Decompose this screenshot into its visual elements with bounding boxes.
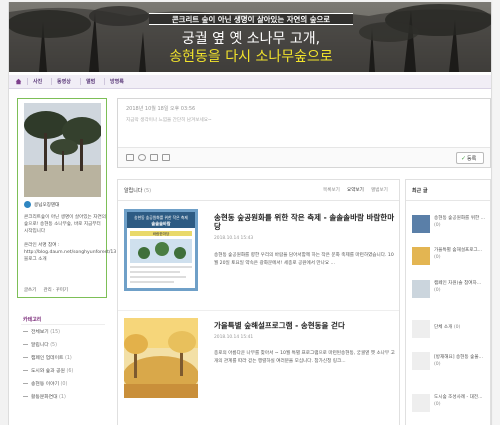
divider xyxy=(118,200,399,201)
category-item[interactable]: 캠페인 업데이트 (1) xyxy=(31,354,72,361)
bullet-icon xyxy=(23,396,28,397)
status-write-box: 2018년 10월 18일 오후 03:56 지금막 생각이나 느낌을 간단히 … xyxy=(117,98,491,168)
divider xyxy=(118,310,399,311)
post-date: 2018.10.14 15:43 xyxy=(214,236,254,241)
recent-posts-title: 최근 글 xyxy=(412,188,428,194)
check-icon: ✓ xyxy=(461,155,467,162)
status-input[interactable]: 지금막 생각이나 느낌을 간단히 남겨보세요~ xyxy=(126,117,212,123)
profile-desc-text: 콘크리트숲이 아닌 생명이 살아있는 자연의 숲으로! 송현동 소나무숲, 바로… xyxy=(24,215,106,234)
nav-separator xyxy=(51,78,52,85)
view-album-button[interactable]: 앨범보기 xyxy=(371,187,388,193)
divider xyxy=(21,324,105,325)
bullet-icon xyxy=(23,357,28,358)
recent-thumbnail[interactable] xyxy=(412,320,430,338)
category-item[interactable]: 알립니다 (5) xyxy=(31,341,57,348)
banner-title: 궁궐 옆 옛 소나무 고개, xyxy=(181,31,321,47)
bullet-icon xyxy=(23,344,28,345)
post-title[interactable]: 송현동 숲공원화를 위한 작은 축제 - 솔솔솔바람 바람한마당 xyxy=(214,213,396,231)
recent-post-link[interactable]: 송현동 숲공원화를 위한 ... (0) xyxy=(434,215,488,229)
post-excerpt: 송현동 숲공원화를 향한 우리의 바람을 담아서함께 하는 작은 문화 축제를 … xyxy=(214,253,394,266)
nav-separator xyxy=(27,78,28,85)
category-item[interactable]: 활동문화연대 (1) xyxy=(31,393,66,400)
recent-post-link[interactable]: 가을특별 숲해설프로그... (0) xyxy=(434,247,488,261)
category-title: 카테고리 xyxy=(23,317,42,323)
view-summary-button[interactable]: 요약보기 xyxy=(347,187,364,193)
page-scrollbar[interactable] xyxy=(493,0,500,425)
blog-frame: 콘크리트 숲이 아닌 생명이 살아있는 자연의 숲으로 궁궐 옆 옛 소나무 고… xyxy=(8,2,492,425)
nav-item-photo[interactable]: 사진 xyxy=(33,78,42,85)
home-icon[interactable] xyxy=(15,78,22,85)
view-list-button[interactable]: 목록보기 xyxy=(323,187,340,193)
recent-post-link[interactable]: 캠페인 차원(솔 참여자... (0) xyxy=(434,280,488,294)
bullet-icon xyxy=(23,383,28,384)
submit-label: 등록 xyxy=(467,156,477,162)
profile-name[interactable]: 콩닙오징덴대 xyxy=(34,202,59,208)
post-date: 2018.10.14 15:41 xyxy=(214,335,254,340)
thumbnail-line2: 솔솔솔바람 xyxy=(151,220,170,227)
profile-card: 콩닙오징덴대 콘크리트숲이 아닌 생명이 살아있는 자연의 숲으로! 송현동 소… xyxy=(17,98,116,298)
write-link[interactable]: 글쓰기 xyxy=(24,288,36,293)
category-panel: 카테고리 전체보기 (15) 알립니다 (5) 캠페인 업데이트 (1) 도시와… xyxy=(17,312,107,425)
recent-thumbnail[interactable] xyxy=(412,215,430,233)
post-thumbnail[interactable] xyxy=(124,318,198,398)
bullet-icon xyxy=(23,331,28,332)
profile-description: 콘크리트숲이 아닌 생명이 살아있는 자연의 숲으로! 송현동 소나무숲, 바로… xyxy=(24,214,116,263)
manage-link[interactable]: 관리 · 꾸미기 xyxy=(44,288,68,293)
banner-slogan: 콘크리트 숲이 아닌 생명이 살아있는 자연의 숲으로 xyxy=(171,15,331,24)
submit-button[interactable]: ✓ 등록 xyxy=(456,152,484,164)
blog-nav: 사진 동영상 앨범 방명록 xyxy=(9,75,491,89)
category-item[interactable]: 송현동 이야기 (0) xyxy=(31,380,67,387)
emoticon-icon[interactable] xyxy=(138,154,146,161)
profile-image[interactable] xyxy=(24,103,101,197)
profile-intro-link[interactable]: 블로그 소개 xyxy=(24,256,106,263)
thumbnail-line3: 바람한마당 xyxy=(153,231,170,236)
camera-icon[interactable] xyxy=(126,154,134,161)
blog-owner-icon xyxy=(24,201,31,208)
nav-item-album[interactable]: 앨범 xyxy=(86,78,95,85)
recent-thumbnail[interactable] xyxy=(412,352,430,370)
post-excerpt: 종로의 아름다운 나무를 찾아서 ~ 10월 특별 프로그램으로 마련된송현동,… xyxy=(214,351,395,364)
divider xyxy=(406,200,490,201)
post-list: 알립니다 (5) 목록보기 요약보기 앨범보기 송현동 숲공원화를 위한 작은 … xyxy=(117,179,400,425)
recent-thumbnail[interactable] xyxy=(412,394,430,412)
write-toolbar: ✓ 등록 xyxy=(118,147,490,167)
post-title[interactable]: 가을특별 숲해설프로그램 - 송현동을 걷다 xyxy=(214,321,396,330)
nav-item-guestbook[interactable]: 방명록 xyxy=(110,78,124,85)
profile-online-link[interactable]: 온라인 서명 참여 : http://blog.daum.net/songhyu… xyxy=(24,242,116,256)
category-item[interactable]: 전체보기 (15) xyxy=(31,328,60,335)
write-date: 2018년 10월 18일 오후 03:56 xyxy=(126,106,196,112)
nav-separator xyxy=(80,78,81,85)
post-list-title: 알립니다 xyxy=(124,188,143,194)
thumbnail-line1: 송현동 숲공원화를 위한 작은 축제 xyxy=(134,215,188,220)
recent-post-link[interactable]: 단체 소개 (0) xyxy=(434,324,488,331)
post-list-count: (5) xyxy=(144,188,152,194)
profile-links: 글쓰기 관리 · 꾸미기 xyxy=(24,287,68,293)
banner-subtitle: 송현동을 다시 소나무숲으로 xyxy=(169,49,333,65)
post-thumbnail[interactable]: 송현동 숲공원화를 위한 작은 축제 솔솔솔바람 바람한마당 xyxy=(124,209,198,291)
nav-separator xyxy=(104,78,105,85)
link-icon[interactable] xyxy=(162,154,170,161)
post-list-header: 알립니다 (5) xyxy=(124,187,151,194)
bullet-icon xyxy=(23,370,28,371)
attach-icon[interactable] xyxy=(150,154,158,161)
recent-post-link[interactable]: 도시숲 조성사례 - 대전... (0) xyxy=(434,394,488,408)
recent-posts-panel: 최근 글 송현동 숲공원화를 위한 ... (0) 가을특별 숲해설프로그...… xyxy=(405,179,491,425)
category-item[interactable]: 도시와 숲과 공원 (6) xyxy=(31,367,73,374)
recent-post-link[interactable]: [방재해요] 송현동 숲울... (0) xyxy=(434,354,488,368)
blog-banner: 콘크리트 숲이 아닌 생명이 살아있는 자연의 숲으로 궁궐 옆 옛 소나무 고… xyxy=(9,2,491,72)
recent-thumbnail[interactable] xyxy=(412,247,430,265)
recent-thumbnail[interactable] xyxy=(412,280,430,298)
nav-item-video[interactable]: 동영상 xyxy=(57,78,71,85)
